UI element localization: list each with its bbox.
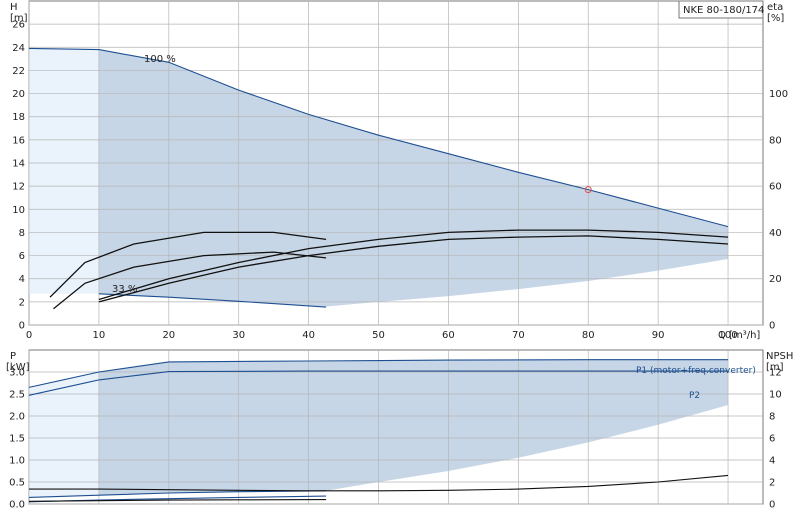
top-ytick-right: 20 bbox=[769, 274, 782, 285]
bot-ytick-right: 6 bbox=[769, 434, 775, 445]
bottom-light-region bbox=[29, 372, 99, 498]
bot-ytick-right: 4 bbox=[769, 456, 775, 467]
top-light-area bbox=[29, 48, 99, 294]
annotation-100-percent: 100 % bbox=[144, 54, 176, 65]
top-ytick-right: 80 bbox=[769, 135, 782, 146]
top-ytick-left: 14 bbox=[12, 159, 25, 170]
top-ytick-left: 6 bbox=[19, 251, 25, 262]
top-xtick: 50 bbox=[372, 330, 385, 341]
bottom-ylabel-left-1: P bbox=[10, 351, 16, 362]
bot-ytick-left: 2.0 bbox=[9, 412, 25, 423]
top-xtick: 10 bbox=[93, 330, 106, 341]
annotation-33-percent: 33 % bbox=[112, 284, 137, 295]
model-label: NKE 80-180/174 bbox=[683, 5, 764, 16]
top-ytick-left: 22 bbox=[12, 66, 25, 77]
top-ytick-right: 60 bbox=[769, 182, 782, 193]
top-ytick-left: 18 bbox=[12, 112, 25, 123]
bot-ytick-right: 10 bbox=[769, 390, 782, 401]
top-ylabel-left-2: [m] bbox=[10, 13, 28, 24]
top-ylabel-right-2: [%] bbox=[767, 13, 784, 24]
bottom-ylabel-left-2: [kW] bbox=[6, 362, 30, 373]
top-ytick-left: 20 bbox=[12, 89, 25, 100]
top-ytick-left: 8 bbox=[19, 228, 25, 239]
bot-ytick-right: 0 bbox=[769, 500, 775, 511]
top-ytick-right: 40 bbox=[769, 228, 782, 239]
top-ytick-left: 12 bbox=[12, 182, 25, 193]
bottom-ylabel-right-2: [m] bbox=[766, 362, 784, 373]
top-ytick-left: 2 bbox=[19, 297, 25, 308]
top-light-region bbox=[29, 48, 99, 294]
top-xtick: 80 bbox=[582, 330, 595, 341]
pump-curve-chart: 024681012141618202224260204060801000 10 20… bbox=[6, 0, 793, 511]
top-ytick-left: 24 bbox=[12, 43, 25, 54]
top-xlabel: Q [m³/h] bbox=[718, 330, 760, 341]
bottom-ylabel-right-1: NPSH bbox=[766, 351, 793, 362]
model-label-box: NKE 80-180/174 bbox=[678, 0, 764, 19]
top-xtick: 40 bbox=[302, 330, 315, 341]
bot-ytick-left: 2.5 bbox=[9, 390, 25, 401]
top-ytick-left: 0 bbox=[19, 321, 25, 332]
bot-ytick-right: 8 bbox=[769, 412, 775, 423]
top-xtick: 0 bbox=[26, 330, 32, 341]
top-xtick: 90 bbox=[652, 330, 665, 341]
legend-p1: P1 (motor+freq.converter) bbox=[636, 366, 756, 376]
top-ylabel-right-1: eta bbox=[767, 2, 783, 13]
top-xtick: 30 bbox=[232, 330, 245, 341]
bot-ytick-right: 2 bbox=[769, 478, 775, 489]
bot-light-area bbox=[29, 372, 99, 498]
top-ytick-left: 4 bbox=[19, 274, 25, 285]
top-xtick: 70 bbox=[512, 330, 525, 341]
top-ylabel-left-1: H bbox=[10, 2, 18, 13]
legend-p2: P2 bbox=[689, 391, 700, 401]
top-xtick: 60 bbox=[442, 330, 455, 341]
bot-ytick-left: 1.5 bbox=[9, 434, 25, 445]
top-ytick-left: 10 bbox=[12, 205, 25, 216]
bot-ytick-left: 1.0 bbox=[9, 456, 25, 467]
top-ytick-right: 100 bbox=[769, 89, 788, 100]
bot-ytick-left: 0.0 bbox=[9, 500, 25, 511]
top-xtick: 20 bbox=[162, 330, 175, 341]
top-ytick-left: 16 bbox=[12, 135, 25, 146]
bot-ytick-left: 0.5 bbox=[9, 478, 25, 489]
top-ytick-right: 0 bbox=[769, 321, 775, 332]
